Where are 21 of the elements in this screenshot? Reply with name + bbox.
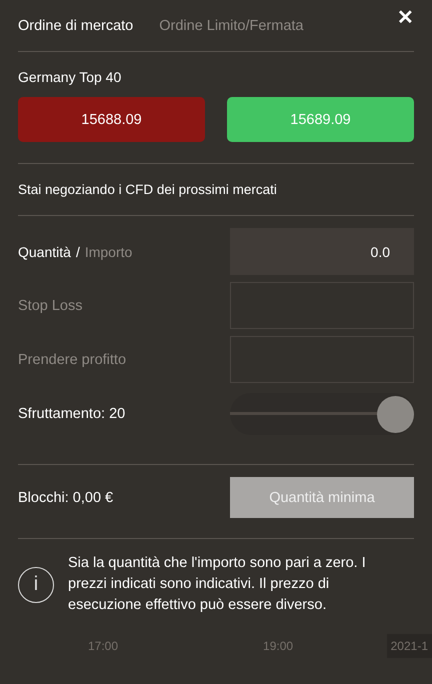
- blocks-label: Blocchi: 0,00 €: [18, 490, 114, 506]
- instrument-name: Germany Top 40: [18, 68, 122, 87]
- field-label: Stop Loss: [18, 298, 82, 314]
- notice-text: Stai negoziando i CFD dei prossimi mercati: [18, 164, 414, 216]
- mode-toggle[interactable]: Quantità: [18, 244, 71, 260]
- mode-toggle[interactable]: Importo: [84, 244, 132, 260]
- quantity-field[interactable]: 0.0: [230, 228, 414, 275]
- info-text: Sia la quantità che l'importo sono pari a zero. I prezzi indicati sono indicativi. Il prezzo di esecuzione effettivo può essere diverso.: [68, 554, 367, 615]
- slider-thumb[interactable]: [377, 396, 414, 432]
- order-tab[interactable]: Ordine di mercato: [18, 18, 134, 34]
- date-label: 2021-1: [386, 634, 432, 658]
- field-label: Prendere profitto: [18, 352, 126, 368]
- close-button[interactable]: ✕: [397, 8, 414, 28]
- sell-price-button[interactable]: 15688.09: [18, 97, 205, 142]
- axis-label: 19:00: [263, 639, 294, 653]
- order-tab[interactable]: Ordine Limito/Fermata: [159, 18, 304, 34]
- leverage-label: Sfruttamento: 20: [18, 406, 126, 422]
- info-icon: i: [18, 566, 54, 602]
- leverage-slider[interactable]: [230, 392, 414, 434]
- axis-label: 17:00: [88, 639, 118, 653]
- separator-text: /: [76, 244, 80, 260]
